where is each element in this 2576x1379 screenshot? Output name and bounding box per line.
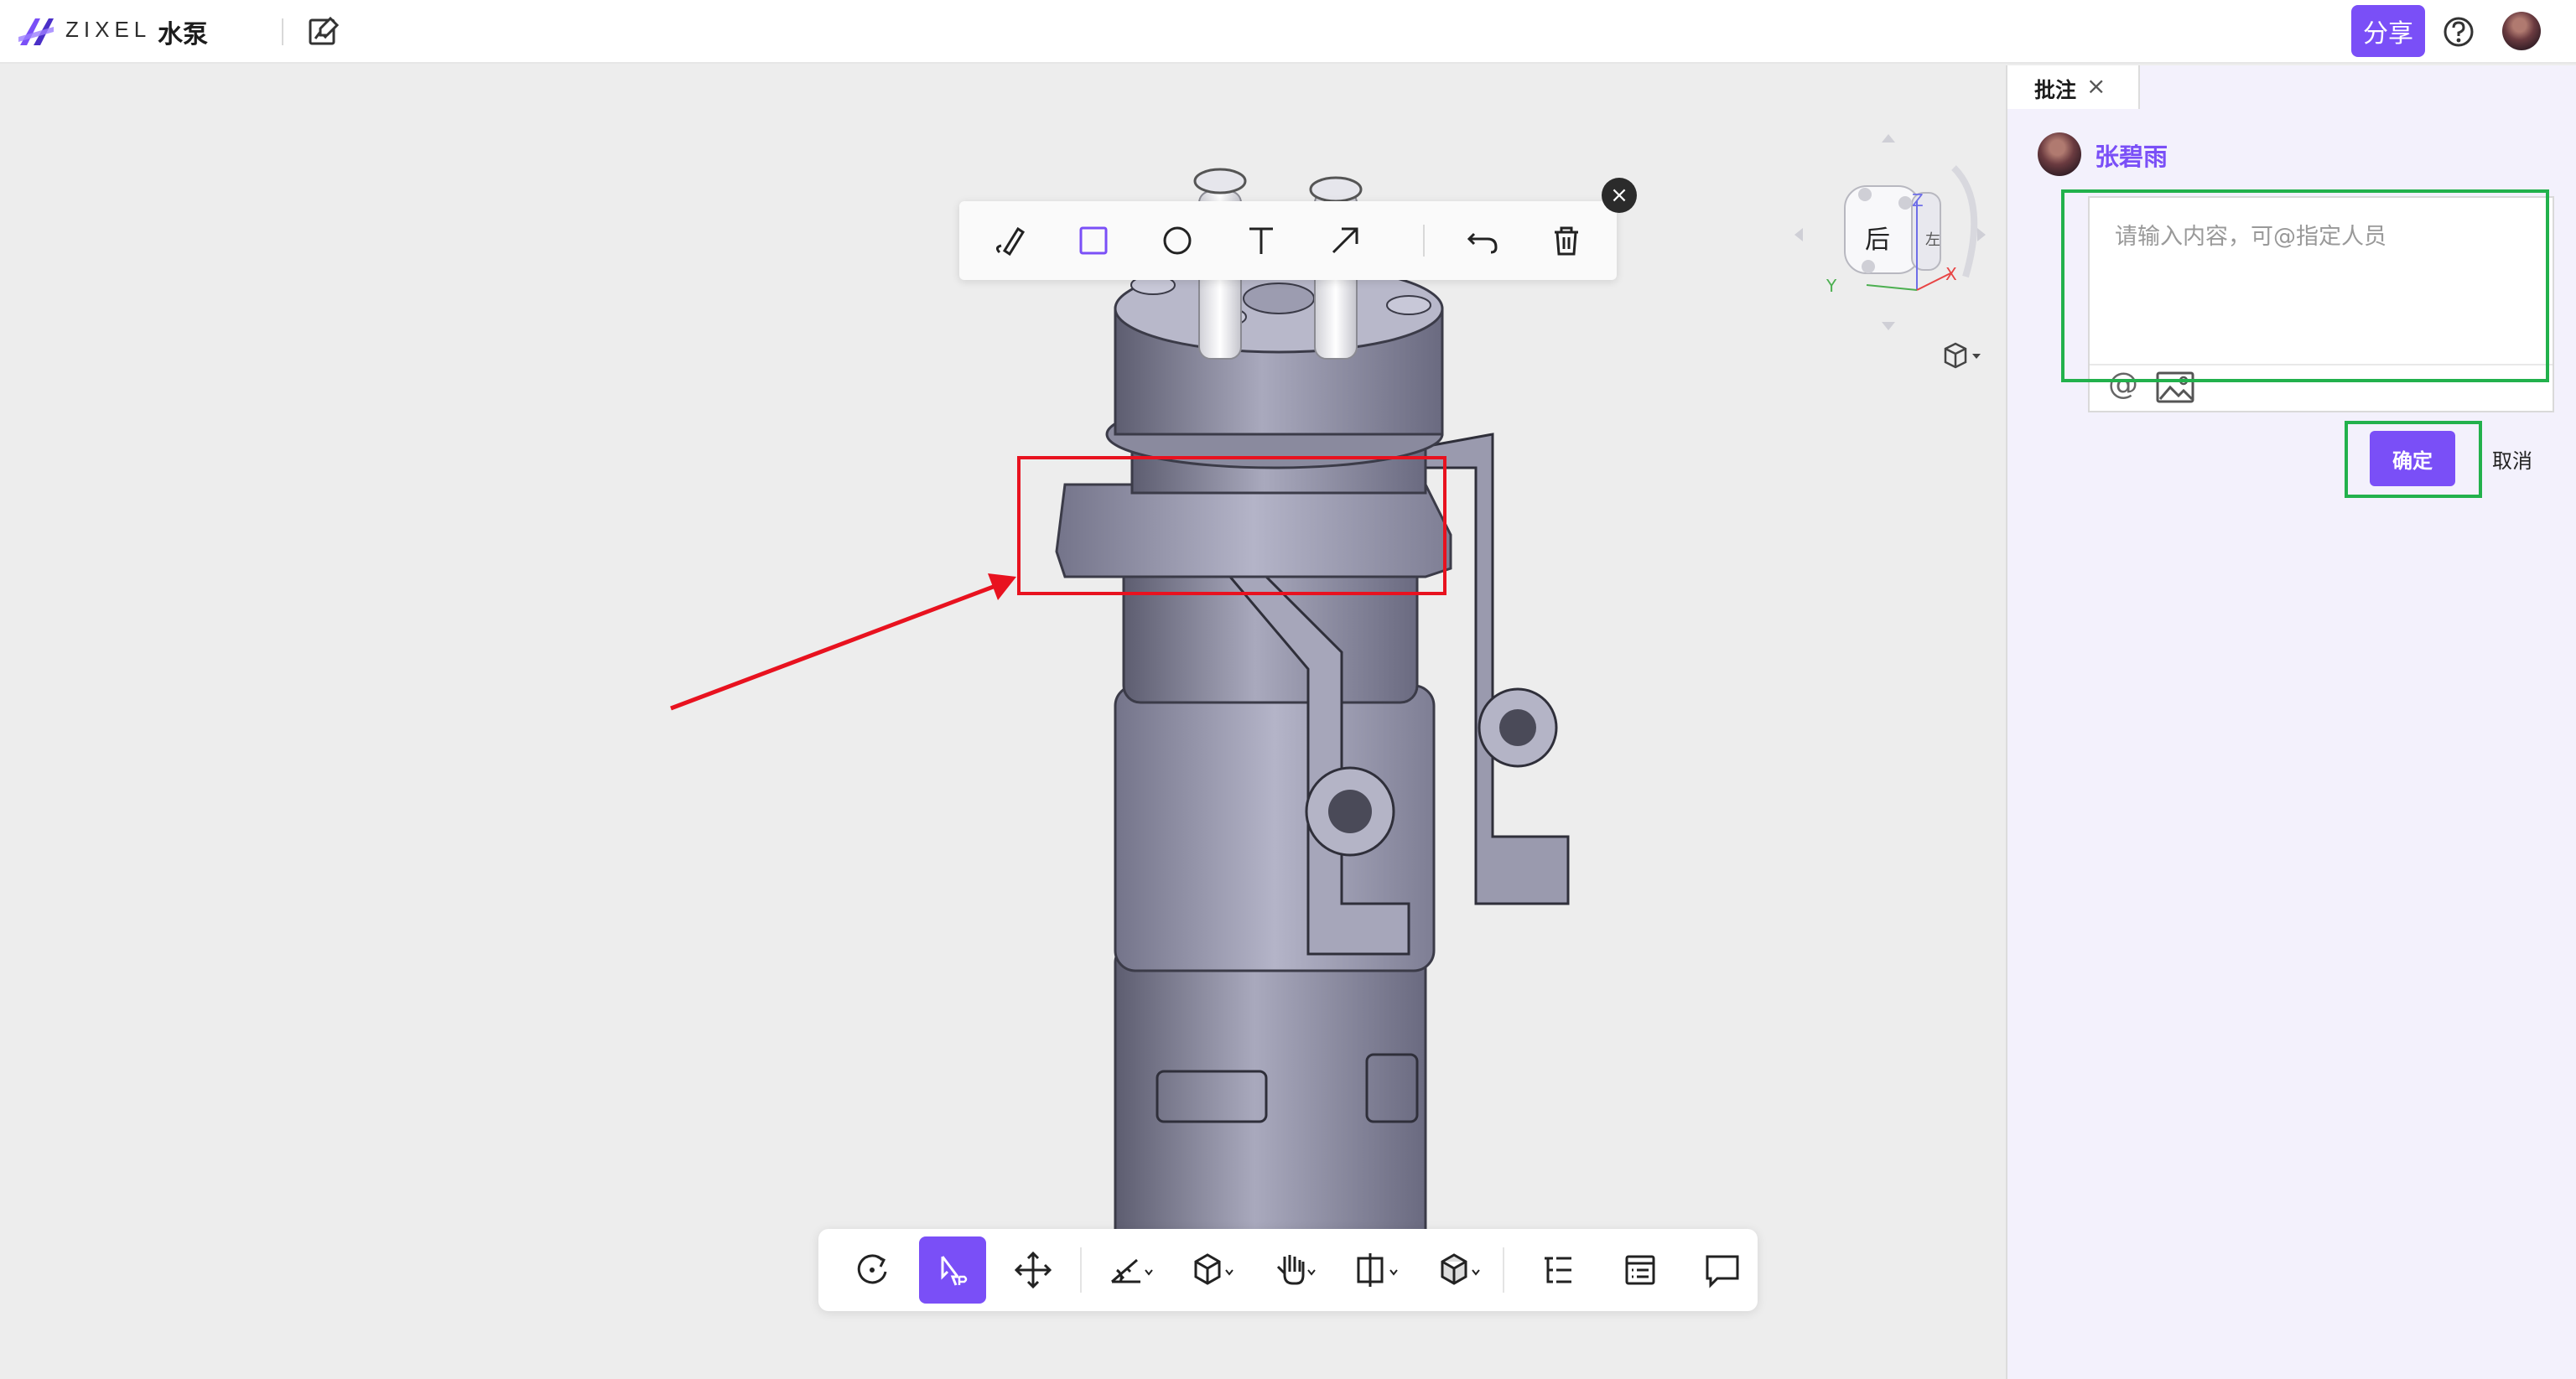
text-icon[interactable] (1241, 220, 1281, 261)
toolbar-divider (1080, 1247, 1082, 1293)
axis-y-label: Y (1826, 276, 1837, 296)
toolbar-divider (1503, 1247, 1504, 1293)
panel-tabs: 批注 × (2007, 65, 2576, 109)
select-icon[interactable] (919, 1236, 986, 1304)
undo-icon[interactable] (1462, 220, 1503, 261)
move-icon[interactable] (1000, 1236, 1067, 1304)
help-circle-icon[interactable] (2442, 15, 2475, 49)
view-cube[interactable]: 后 左 Z Y X (1786, 134, 1996, 335)
properties-icon[interactable] (1607, 1236, 1674, 1304)
circle-icon[interactable] (1157, 220, 1197, 261)
close-annotation-button[interactable]: × (1602, 178, 1637, 213)
share-button[interactable]: 分享 (2351, 5, 2425, 57)
pen-icon[interactable] (989, 220, 1030, 261)
annotation-toolbar-divider (1423, 225, 1425, 257)
edit-image-icon[interactable] (307, 15, 340, 49)
display-mode-icon[interactable] (1424, 1236, 1491, 1304)
arrow-icon[interactable] (1325, 220, 1365, 261)
hide-icon[interactable] (1259, 1236, 1327, 1304)
annotation-toolbar (959, 201, 1617, 280)
zixel-logo-icon (18, 18, 54, 45)
trash-icon[interactable] (1546, 220, 1587, 261)
tab-annotation[interactable]: 批注 × (2007, 65, 2140, 109)
user-avatar[interactable] (2502, 12, 2541, 50)
cube-face-back: 后 (1865, 226, 1890, 255)
tree-icon[interactable] (1524, 1236, 1592, 1304)
comment-icon[interactable] (1689, 1236, 1756, 1304)
cancel-button[interactable]: 取消 (2470, 431, 2554, 486)
header-divider (282, 18, 283, 45)
comment-author-avatar (2038, 132, 2081, 176)
close-icon[interactable]: × (2086, 72, 2106, 100)
bottom-toolbar (818, 1229, 1758, 1311)
rectangle-icon[interactable] (1073, 220, 1114, 261)
cube-face-left: 左 (1925, 231, 1940, 249)
axis-x-label: X (1945, 264, 1957, 284)
annotation-panel: 批注 × 张碧雨 @ 确定 取消 (2006, 65, 2576, 1379)
measure-icon[interactable] (1095, 1236, 1162, 1304)
rotate-icon[interactable] (839, 1236, 906, 1304)
document-title: 水泵 (158, 20, 208, 49)
highlight-box-confirm (2345, 421, 2482, 498)
comment-author-name: 张碧雨 (2095, 143, 2168, 171)
axis-z-label: Z (1912, 190, 1924, 210)
top-header: ZIXEL 水泵 分享 (0, 0, 2576, 64)
highlight-box-editor (2061, 189, 2549, 382)
cube-menu-icon[interactable] (1942, 340, 1984, 371)
explode-icon[interactable] (1177, 1236, 1244, 1304)
tab-label: 批注 (2034, 78, 2077, 102)
brand-name: ZIXEL (65, 17, 152, 42)
section-icon[interactable] (1342, 1236, 1409, 1304)
